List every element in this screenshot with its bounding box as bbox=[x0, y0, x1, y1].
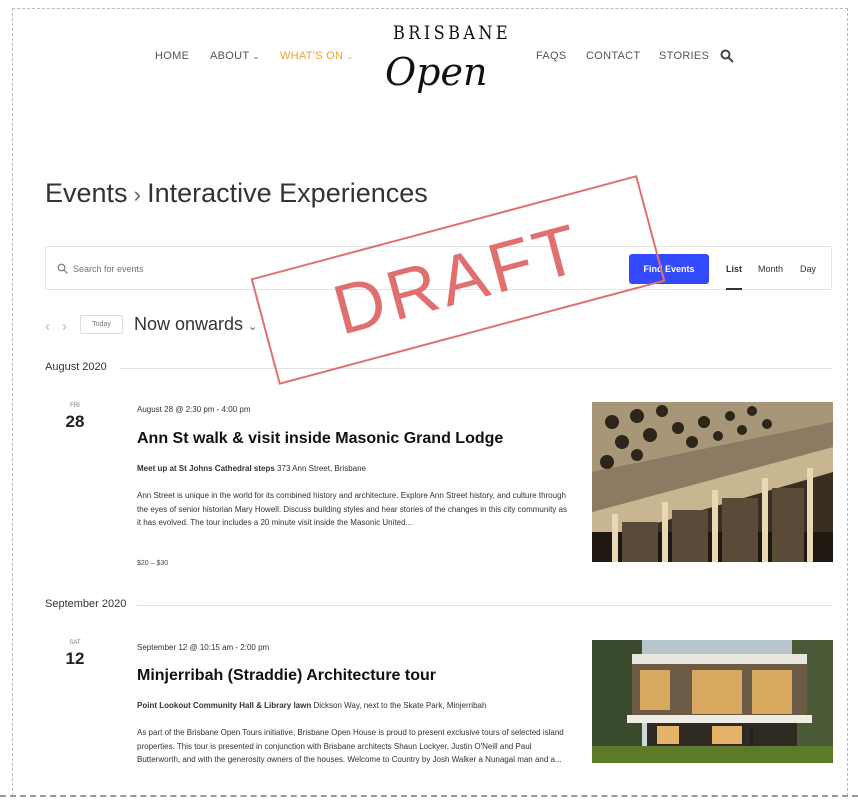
event-image[interactable] bbox=[592, 640, 833, 763]
nav-about[interactable]: ABOUT ⌄ bbox=[210, 50, 260, 62]
logo-brisbane: BRISBANE bbox=[393, 22, 512, 44]
event-venue-name: Meet up at St Johns Cathedral steps bbox=[137, 464, 275, 473]
chevron-down-icon: ⌄ bbox=[252, 52, 260, 61]
event-datetime: August 28 @ 2:30 pm - 4:00 pm bbox=[137, 405, 251, 414]
event-description: Ann Street is unique in the world for it… bbox=[137, 491, 567, 527]
page-title-text: Interactive Experiences bbox=[147, 178, 428, 208]
previous-arrow-icon[interactable]: ‹ bbox=[45, 318, 50, 335]
event-title-link[interactable]: Ann St walk & visit inside Masonic Grand… bbox=[137, 430, 503, 448]
nav-whats-on-label: WHAT'S ON bbox=[280, 50, 344, 62]
today-button[interactable]: Today bbox=[80, 315, 123, 334]
view-tab-list[interactable]: List bbox=[726, 264, 742, 274]
event-venue-address: 373 Ann Street, Brisbane bbox=[277, 464, 366, 473]
search-icon[interactable] bbox=[720, 49, 734, 63]
event-image-masonic-lodge bbox=[592, 402, 833, 562]
event-price: $20 – $30 bbox=[137, 560, 169, 567]
month-separator-line bbox=[137, 605, 832, 606]
breadcrumb-events[interactable]: Events bbox=[45, 178, 128, 208]
event-venue-name: Point Lookout Community Hall & Library l… bbox=[137, 701, 312, 710]
event-title-link[interactable]: Minjerribah (Straddie) Architecture tour bbox=[137, 667, 436, 685]
search-input[interactable] bbox=[73, 259, 373, 279]
event-day-number: 12 bbox=[65, 649, 85, 668]
event-day-abbr: FRI bbox=[70, 403, 80, 409]
search-icon bbox=[57, 263, 68, 274]
event-image-straddie-house bbox=[592, 640, 833, 763]
logo-open: Open bbox=[385, 50, 488, 94]
nav-contact[interactable]: CONTACT bbox=[586, 50, 640, 62]
event-venue-address: Dickson Way, next to the Skate Park, Min… bbox=[313, 701, 487, 710]
view-tab-active-indicator bbox=[726, 288, 742, 290]
date-range-label: Now onwards bbox=[134, 314, 244, 334]
nav-about-label: ABOUT bbox=[210, 50, 250, 62]
chevron-down-icon: ⌄ bbox=[346, 52, 354, 61]
find-events-button[interactable]: Find Events bbox=[629, 254, 709, 284]
month-separator-label: September 2020 bbox=[45, 598, 127, 610]
date-range-selector[interactable]: Now onwards ⌄ bbox=[134, 314, 257, 335]
bottom-edge bbox=[0, 795, 858, 800]
events-search-bar: Find Events List Month Day bbox=[45, 246, 832, 290]
view-tab-day[interactable]: Day bbox=[800, 264, 816, 274]
month-separator-line bbox=[120, 368, 832, 369]
event-venue: Meet up at St Johns Cathedral steps 373 … bbox=[137, 464, 366, 473]
month-separator-label: August 2020 bbox=[45, 361, 107, 373]
event-datetime: September 12 @ 10:15 am - 2:00 pm bbox=[137, 643, 270, 652]
breadcrumb-separator: › bbox=[127, 182, 148, 207]
event-description: As part of the Brisbane Open Tours initi… bbox=[137, 728, 564, 764]
nav-faqs[interactable]: FAQS bbox=[536, 50, 567, 62]
nav-home[interactable]: HOME bbox=[155, 50, 189, 62]
chevron-down-icon: ⌄ bbox=[248, 321, 258, 333]
page-title: Events › Interactive Experiences bbox=[45, 178, 428, 209]
event-image[interactable] bbox=[592, 402, 833, 562]
view-tab-month[interactable]: Month bbox=[758, 264, 783, 274]
nav-whats-on[interactable]: WHAT'S ON ⌄ bbox=[280, 50, 354, 62]
next-arrow-icon[interactable]: › bbox=[62, 318, 67, 335]
event-venue: Point Lookout Community Hall & Library l… bbox=[137, 701, 486, 710]
event-day-abbr: SAT bbox=[69, 640, 81, 646]
event-day-number: 28 bbox=[65, 412, 85, 431]
nav-stories[interactable]: STORIES bbox=[659, 50, 709, 62]
